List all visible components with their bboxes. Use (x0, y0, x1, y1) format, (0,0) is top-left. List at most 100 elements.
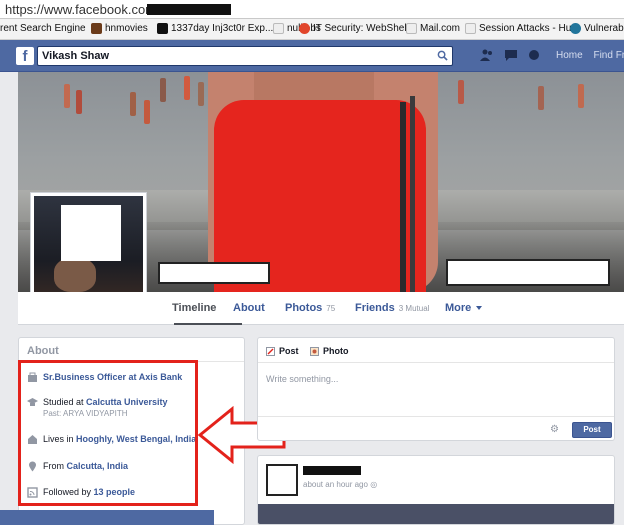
profile-photo-image (34, 196, 143, 305)
about-link[interactable]: Sr.Business Officer at Axis Bank (43, 372, 182, 382)
facebook-logo-icon[interactable]: f (16, 47, 34, 65)
tab-label: About (233, 302, 265, 314)
about-text: Followed by (43, 487, 94, 497)
bookmark-1337day[interactable]: 1337day Inj3ct0r Exp... (157, 23, 273, 34)
about-subtext: Past: ARYA VIDYAPITH (43, 409, 128, 418)
redacted-story-author (303, 466, 361, 475)
movie-icon (91, 23, 102, 34)
profile-photo-face (54, 258, 96, 292)
search-value: Vikash Shaw (42, 50, 110, 62)
redacted-url-path (147, 4, 231, 15)
about-item-from: From Calcutta, India (27, 461, 128, 472)
timestamp-text: about an hour ago (303, 480, 368, 489)
cover-figure (144, 100, 150, 124)
story-avatar[interactable] (266, 464, 298, 496)
divider (258, 362, 614, 363)
home-icon (28, 435, 37, 444)
write-something-input[interactable]: Write something... (266, 374, 338, 384)
cover-figure (184, 76, 190, 100)
tab-label: Timeline (172, 302, 217, 314)
about-item-work: Sr.Business Officer at Axis Bank (27, 372, 182, 383)
story-image[interactable] (258, 504, 614, 524)
cover-person-neck (254, 72, 374, 102)
bookmark-vulnerable[interactable]: Vulnerable (570, 23, 624, 34)
timeline-story: about an hour ago ◎ (257, 455, 615, 525)
cover-figure (76, 90, 82, 114)
about-text: From (43, 461, 67, 471)
about-title: About (27, 345, 59, 357)
tab-label: Photos (285, 302, 323, 314)
about-link[interactable]: 13 people (94, 487, 136, 497)
exploit-icon (157, 23, 168, 34)
tab-photos[interactable]: Photos 75 (285, 302, 335, 314)
about-item-lives-in: Lives in Hooghly, West Bengal, India (27, 434, 196, 445)
audience-settings-icon[interactable]: ⚙ (550, 424, 559, 435)
bookmark-search-engine[interactable]: rent Search Engine (0, 23, 86, 34)
tab-timeline[interactable]: Timeline (172, 302, 216, 314)
followers-icon (27, 487, 38, 498)
active-tab-indicator (174, 323, 242, 325)
bookmark-session-attacks[interactable]: Session Attacks - Hu... (465, 23, 580, 34)
security-icon (299, 23, 310, 34)
composer-tab-label: Post (279, 346, 299, 356)
bookmark-mail[interactable]: Mail.com (406, 23, 460, 34)
bookmark-label: hnmovies (105, 23, 148, 34)
tab-label: Friends (355, 302, 395, 314)
tab-more[interactable]: More (445, 302, 483, 314)
search-icon[interactable] (437, 50, 448, 61)
profile-tabs-bar: Timeline About Photos 75 Friends 3 Mutual … (18, 292, 624, 325)
bookmark-label: Session Attacks - Hu... (479, 23, 580, 34)
cover-figure (538, 86, 544, 110)
location-pin-icon (29, 461, 36, 472)
bookmark-hnmovies[interactable]: hnmovies (91, 23, 148, 34)
divider (258, 416, 614, 417)
messages-icon[interactable] (504, 49, 518, 61)
tab-friends[interactable]: Friends 3 Mutual (355, 302, 429, 314)
cover-figure (458, 80, 464, 104)
redacted-profile-button (446, 259, 610, 286)
about-item-followers: Followed by 13 people (27, 487, 135, 498)
story-timestamp[interactable]: about an hour ago ◎ (303, 480, 377, 489)
bookmarks-bar: rent Search Engine hnmovies 1337day Inj3… (0, 19, 624, 40)
nav-find-friends-link[interactable]: Find Frie (593, 50, 624, 61)
cover-figure (578, 84, 584, 108)
education-icon (27, 398, 38, 406)
pencil-icon (266, 346, 275, 356)
left-gutter (0, 72, 18, 525)
bookmark-label: IT Security: WebShel... (313, 23, 415, 34)
composer-tab-post[interactable]: Post (266, 346, 299, 356)
composer-tab-label: Photo (323, 346, 349, 356)
redacted-profile-face (61, 205, 121, 261)
photo-icon (310, 346, 319, 356)
about-link[interactable]: Calcutta, India (67, 461, 129, 471)
notification-icons (480, 49, 540, 61)
bookmark-label: Vulnerable (584, 23, 624, 34)
globe-icon[interactable] (528, 49, 540, 61)
tab-about[interactable]: About (233, 302, 265, 314)
top-nav-links: Home Find Frie (556, 50, 624, 61)
about-item-education: Studied at Calcutta University Past: ARYA… (27, 397, 168, 418)
wordpress-icon (570, 23, 581, 34)
nav-home-link[interactable]: Home (556, 50, 583, 61)
bookmark-it-security[interactable]: IT Security: WebShel... (299, 23, 415, 34)
facebook-top-bar: f Vikash Shaw Home Find Frie (0, 40, 624, 72)
redacted-profile-name (158, 262, 270, 284)
composer-tab-photo[interactable]: Photo (310, 346, 349, 356)
chat-bar[interactable] (0, 510, 214, 525)
friend-requests-icon[interactable] (480, 49, 494, 61)
address-url-text[interactable]: https://www.facebook.com (5, 2, 156, 17)
post-button[interactable]: Post (572, 422, 612, 438)
search-input[interactable]: Vikash Shaw (37, 46, 453, 66)
cover-figure (64, 84, 70, 108)
mutual-friends-count: 3 Mutual (398, 304, 430, 313)
chevron-down-icon (476, 306, 483, 311)
about-link[interactable]: Hooghly, West Bengal, India (76, 434, 196, 444)
cover-figure (198, 82, 204, 106)
browser-address-bar[interactable]: https://www.facebook.com (0, 0, 624, 19)
cover-figure (130, 92, 136, 116)
mail-icon (406, 23, 417, 34)
divider (19, 361, 244, 362)
about-link[interactable]: Calcutta University (86, 397, 168, 407)
bookmark-label: Mail.com (420, 23, 461, 34)
about-text: Studied at (43, 397, 87, 407)
